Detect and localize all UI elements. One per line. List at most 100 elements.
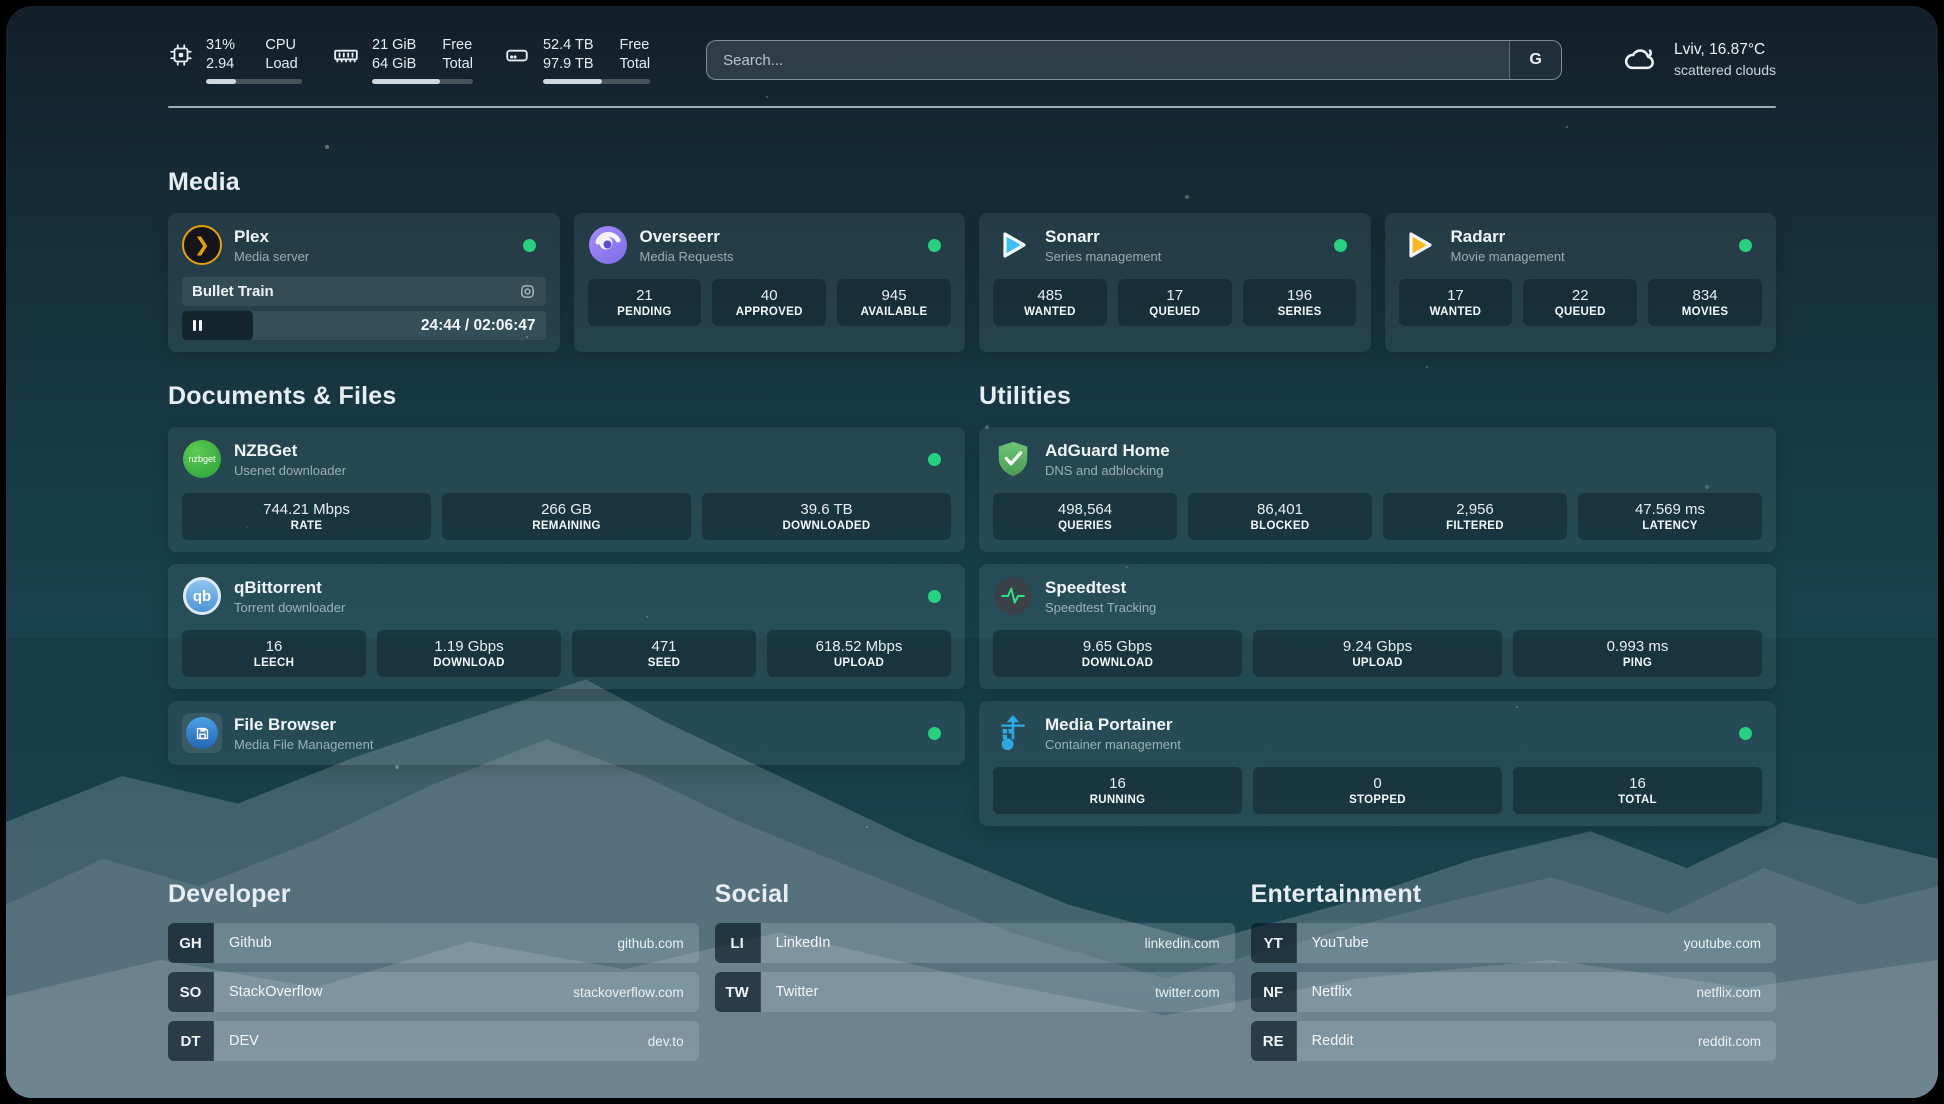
stat-download: 1.19 Gbps DOWNLOAD	[377, 630, 561, 677]
status-dot	[928, 239, 941, 252]
link-url: reddit.com	[1698, 1034, 1761, 1049]
sonarr-icon	[993, 225, 1033, 265]
plex-now-playing: Bullet Train 24:44 / 02:06:47	[182, 277, 546, 340]
playback-progress-fill	[182, 311, 253, 340]
stat-available: 945 AVAILABLE	[837, 279, 951, 326]
status-dot	[1739, 727, 1752, 740]
disk-total-label: Total	[620, 55, 651, 73]
app-description: Usenet downloader	[234, 463, 346, 478]
memory-total-value: 64 GiB	[372, 55, 416, 73]
weather-widget[interactable]: Lviv, 16.87°C scattered clouds	[1618, 40, 1776, 80]
link-url: github.com	[618, 936, 684, 951]
stat-queries: 498,564 QUERIES	[993, 493, 1177, 540]
github-badge: GH	[168, 923, 214, 963]
card-radarr[interactable]: Radarr Movie management 17 WANTED 22 QUE…	[1385, 213, 1777, 352]
disk-progress-bar	[543, 79, 650, 84]
disk-icon	[503, 36, 531, 68]
link-url: dev.to	[648, 1034, 684, 1049]
search-bar: G	[706, 40, 1562, 80]
search-input[interactable]	[707, 41, 1561, 79]
stat-queued: 17 QUEUED	[1118, 279, 1232, 326]
app-name: Overseerr	[640, 226, 734, 247]
status-dot	[928, 590, 941, 603]
stat-series: 196 SERIES	[1243, 279, 1357, 326]
app-name: Radarr	[1451, 226, 1565, 247]
adguard-icon	[993, 439, 1033, 479]
stat-blocked: 86,401 BLOCKED	[1188, 493, 1372, 540]
link-name: Reddit	[1312, 1033, 1354, 1049]
link-name: LinkedIn	[776, 935, 831, 951]
card-overseerr[interactable]: Overseerr Media Requests 21 PENDING 40 A…	[574, 213, 966, 352]
app-name: NZBGet	[234, 440, 346, 461]
memory-free-label: Free	[442, 36, 473, 54]
card-nzbget[interactable]: nzbget NZBGet Usenet downloader 744.21 M…	[168, 427, 965, 552]
stat-downloaded: 39.6 TB DOWNLOADED	[702, 493, 951, 540]
card-plex[interactable]: ❯ Plex Media server Bullet Train	[168, 213, 560, 352]
status-dot	[928, 727, 941, 740]
app-description: Media server	[234, 249, 309, 264]
disk-free-label: Free	[620, 36, 651, 54]
cpu-stat: 31% CPU 2.94 Load	[168, 36, 302, 84]
card-filebrowser[interactable]: File Browser Media File Management	[168, 701, 965, 765]
link-name: Netflix	[1312, 984, 1352, 1000]
card-sonarr[interactable]: Sonarr Series management 485 WANTED 17 Q…	[979, 213, 1371, 352]
link-netflix[interactable]: NF Netflix netflix.com	[1251, 972, 1776, 1012]
section-title-social: Social	[715, 880, 1235, 909]
media-poster-icon[interactable]	[519, 283, 536, 300]
stat-queued: 22 QUEUED	[1523, 279, 1637, 326]
app-description: DNS and adblocking	[1045, 463, 1170, 478]
stat-wanted: 485 WANTED	[993, 279, 1107, 326]
memory-progress-bar	[372, 79, 473, 84]
card-adguard[interactable]: AdGuard Home DNS and adblocking 498,564 …	[979, 427, 1776, 552]
dev-badge: DT	[168, 1021, 214, 1061]
app-description: Movie management	[1451, 249, 1565, 264]
app-description: Container management	[1045, 737, 1181, 752]
app-name: AdGuard Home	[1045, 440, 1170, 461]
app-name: Media Portainer	[1045, 714, 1181, 735]
reddit-badge: RE	[1251, 1021, 1297, 1061]
playback-time: 24:44 / 02:06:47	[421, 311, 536, 340]
memory-free-value: 21 GiB	[372, 36, 416, 54]
app-description: Media Requests	[640, 249, 734, 264]
stackoverflow-badge: SO	[168, 972, 214, 1012]
section-developer: Developer GH Github github.com SO StackO…	[168, 880, 699, 1061]
stat-movies: 834 MOVIES	[1648, 279, 1762, 326]
stat-download: 9.65 Gbps DOWNLOAD	[993, 630, 1242, 677]
link-dev[interactable]: DT DEV dev.to	[168, 1021, 699, 1061]
overseerr-icon	[588, 225, 628, 265]
link-github[interactable]: GH Github github.com	[168, 923, 699, 963]
stat-remaining: 266 GB REMAINING	[442, 493, 691, 540]
link-url: stackoverflow.com	[573, 985, 683, 1000]
section-title-utilities: Utilities	[979, 382, 1776, 411]
link-twitter[interactable]: TW Twitter twitter.com	[715, 972, 1235, 1012]
stat-upload: 9.24 Gbps UPLOAD	[1253, 630, 1502, 677]
status-dot	[523, 239, 536, 252]
link-name: Twitter	[776, 984, 819, 1000]
stat-ping: 0.993 ms PING	[1513, 630, 1762, 677]
status-dot	[1739, 239, 1752, 252]
section-entertainment: Entertainment YT YouTube youtube.com NF …	[1251, 880, 1776, 1061]
link-stackoverflow[interactable]: SO StackOverflow stackoverflow.com	[168, 972, 699, 1012]
cpu-icon	[168, 36, 194, 68]
cpu-usage-value: 31%	[206, 36, 239, 54]
link-youtube[interactable]: YT YouTube youtube.com	[1251, 923, 1776, 963]
stat-seed: 471 SEED	[572, 630, 756, 677]
filebrowser-icon	[186, 717, 218, 749]
stat-leech: 16 LEECH	[182, 630, 366, 677]
card-speedtest[interactable]: Speedtest Speedtest Tracking 9.65 Gbps D…	[979, 564, 1776, 689]
portainer-icon	[993, 713, 1033, 753]
card-qbittorrent[interactable]: qb qBittorrent Torrent downloader 16 LEE…	[168, 564, 965, 689]
weather-location-temp: Lviv, 16.87°C	[1674, 40, 1776, 60]
link-linkedin[interactable]: LI LinkedIn linkedin.com	[715, 923, 1235, 963]
stat-wanted: 17 WANTED	[1399, 279, 1513, 326]
weather-condition: scattered clouds	[1674, 60, 1776, 80]
search-engine-button[interactable]: G	[1509, 41, 1561, 79]
link-reddit[interactable]: RE Reddit reddit.com	[1251, 1021, 1776, 1061]
link-url: twitter.com	[1155, 985, 1220, 1000]
header-divider	[168, 106, 1776, 108]
section-utilities: Utilities	[979, 382, 1776, 826]
playback-progress-bar[interactable]: 24:44 / 02:06:47	[182, 311, 546, 340]
stat-latency: 47.569 ms LATENCY	[1578, 493, 1762, 540]
cpu-load-label: Load	[265, 55, 302, 73]
card-portainer[interactable]: Media Portainer Container management 16 …	[979, 701, 1776, 826]
